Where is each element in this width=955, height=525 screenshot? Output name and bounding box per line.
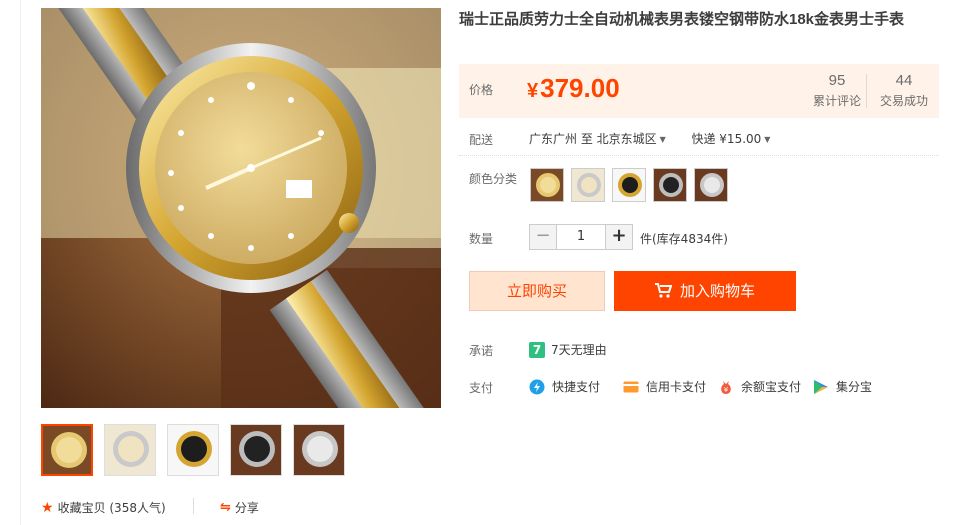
quick-pay-icon	[529, 379, 545, 394]
pay-quick-label: 快捷支付	[552, 380, 601, 394]
pay-credit-label: 信用卡支付	[646, 380, 707, 394]
share-label: 分享	[234, 501, 259, 515]
svg-text:¥: ¥	[724, 386, 729, 394]
left-border	[20, 0, 21, 525]
share-button[interactable]: ⇋ 分享	[220, 499, 259, 516]
sales-label: 交易成功	[879, 94, 928, 108]
ship-to-dropdown[interactable]: 北京东城区 ▼	[597, 132, 670, 146]
promise-label: 承诺	[469, 344, 494, 358]
section-divider	[459, 155, 939, 156]
chevron-down-icon: ▼	[659, 135, 666, 144]
add-to-cart-label: 加入购物车	[679, 282, 755, 300]
pay-quick[interactable]: 快捷支付	[529, 378, 600, 395]
review-stat[interactable]: 95 累计评论	[808, 72, 866, 109]
stat-divider	[866, 74, 867, 108]
seven-day-icon: 7	[529, 341, 545, 358]
color-label: 颜色分类	[469, 172, 518, 186]
chevron-down-icon: ▼	[764, 135, 771, 144]
review-count: 95	[828, 72, 846, 89]
thumbnail-2[interactable]	[104, 424, 156, 476]
quantity-minus-button[interactable]: −	[530, 225, 556, 249]
color-swatch-black-gold[interactable]	[612, 168, 646, 202]
cart-icon	[654, 273, 673, 313]
buy-now-button[interactable]: 立即购买	[469, 271, 605, 311]
jifenbao-icon	[814, 379, 828, 394]
stock-text: 件(库存4834件)	[640, 232, 728, 246]
product-main-image[interactable]	[41, 8, 441, 408]
quantity-stepper: − 1 +	[529, 224, 633, 250]
thumbnail-5[interactable]	[293, 424, 345, 476]
credit-card-icon	[623, 381, 639, 392]
price-panel: 价格 ¥379.00 95 累计评论 44 交易成功	[459, 64, 939, 118]
pay-credit[interactable]: 信用卡支付	[623, 378, 706, 395]
color-swatch-black[interactable]	[653, 168, 687, 202]
pay-jifenbao-label: 集分宝	[836, 380, 873, 394]
review-label: 累计评论	[812, 94, 861, 108]
color-swatch-gold[interactable]	[530, 168, 564, 202]
pay-yuebao-label: 余额宝支付	[741, 380, 802, 394]
price-label: 价格	[469, 83, 494, 97]
sales-stat[interactable]: 44 交易成功	[875, 72, 933, 109]
ship-method-dropdown[interactable]: 快递 ¥15.00 ▼	[691, 132, 774, 146]
price-value: ¥379.00	[527, 73, 620, 103]
add-to-cart-button[interactable]: 加入购物车	[614, 271, 796, 311]
thumbnail-1[interactable]	[41, 424, 93, 476]
color-swatch-silver-gold[interactable]	[571, 168, 605, 202]
ship-from: 广东广州 至	[529, 132, 593, 146]
product-title: 瑞士正品质劳力士全自动机械表男表镂空钢带防水18k金表男士手表	[459, 11, 905, 28]
pay-yuebao[interactable]: ¥ 余额宝支付	[718, 378, 801, 395]
favorite-button[interactable]: ★ 收藏宝贝 (358人气)	[41, 499, 166, 516]
quantity-plus-button[interactable]: +	[606, 225, 632, 249]
share-icon: ⇋	[220, 500, 231, 515]
promise-item[interactable]: 7 7天无理由	[529, 341, 607, 358]
favorite-label: 收藏宝贝 (358人气)	[57, 501, 166, 515]
thumbnail-3[interactable]	[167, 424, 219, 476]
star-icon: ★	[41, 499, 54, 516]
pay-jifenbao[interactable]: 集分宝	[813, 378, 872, 395]
shipping-row: 广东广州 至 北京东城区 ▼ 快递 ¥15.00 ▼	[529, 130, 774, 147]
payment-label: 支付	[469, 381, 494, 395]
promise-text: 7天无理由	[551, 343, 607, 357]
sales-count: 44	[895, 72, 913, 89]
quantity-input[interactable]: 1	[556, 225, 606, 249]
quantity-label: 数量	[469, 232, 494, 246]
footer-divider	[193, 498, 194, 514]
color-swatch-silver[interactable]	[694, 168, 728, 202]
thumbnail-4[interactable]	[230, 424, 282, 476]
shipping-label: 配送	[469, 133, 494, 147]
yuebao-icon: ¥	[721, 380, 731, 394]
